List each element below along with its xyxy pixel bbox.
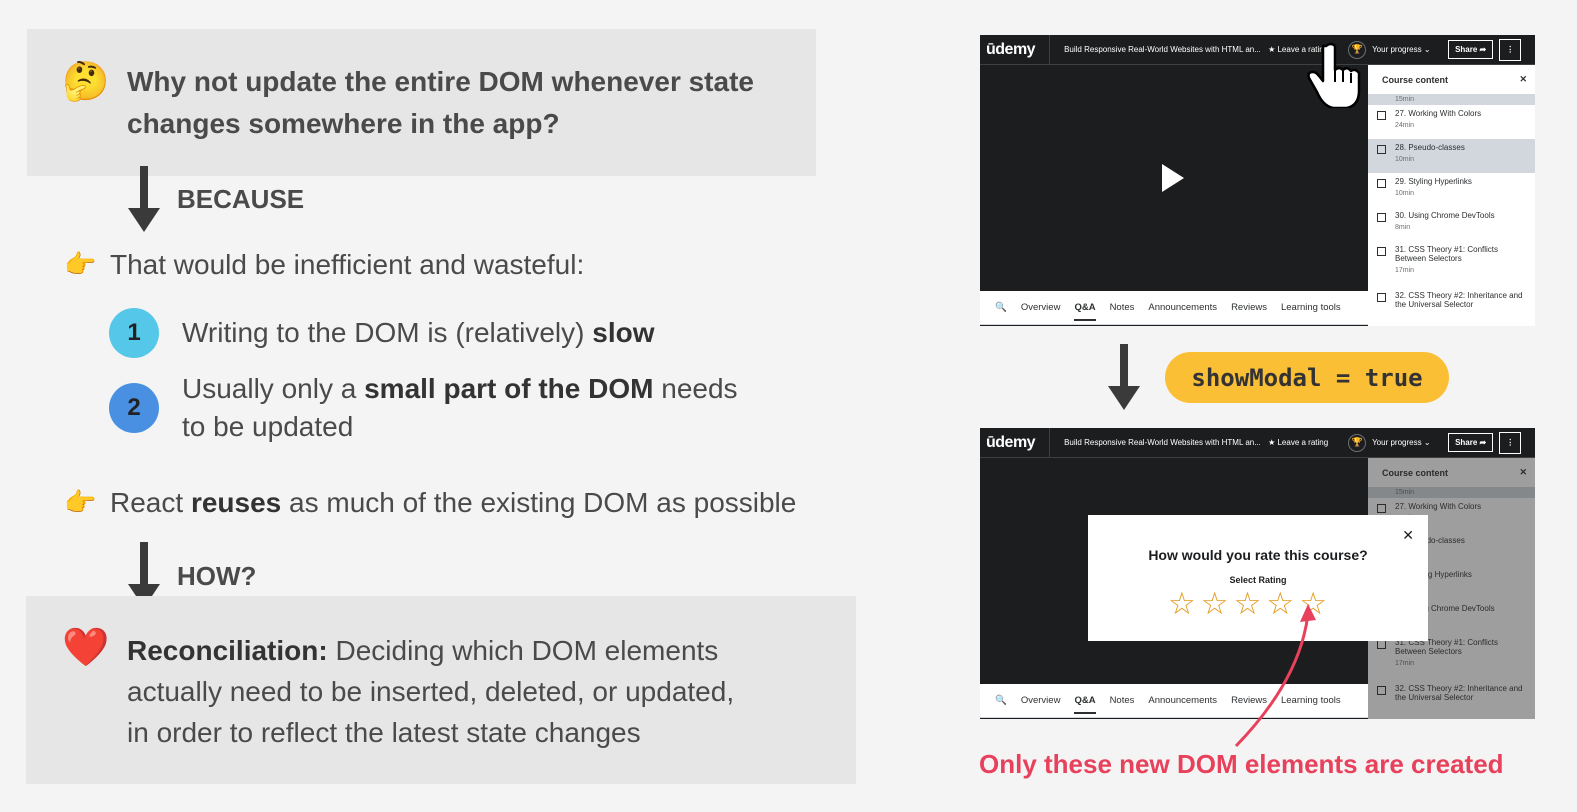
caption-text: Only these new DOM elements are created	[979, 749, 1504, 779]
how-label: HOW?	[177, 561, 257, 591]
leave-rating-link[interactable]: ★ Leave a rating	[1268, 438, 1342, 447]
modal-subtitle: Select Rating	[1229, 575, 1287, 585]
point1-text: That would be inefficient and wasteful:	[110, 249, 585, 280]
course-title: Build Responsive Real-World Websites wit…	[1064, 45, 1261, 54]
tab-announcements[interactable]: Announcements	[1148, 695, 1217, 706]
tab-announcements[interactable]: Announcements	[1148, 302, 1217, 313]
share-button[interactable]: Share ➦	[1448, 40, 1494, 59]
your-progress-button[interactable]: Your progress ⌄	[1372, 438, 1444, 447]
player-topbar: ūdemy Build Responsive Real-World Websit…	[980, 428, 1535, 458]
search-icon[interactable]: 🔍	[995, 302, 1007, 313]
checkbox[interactable]	[1377, 247, 1386, 256]
more-options-button[interactable]: ⋮	[1499, 38, 1522, 61]
share-button[interactable]: Share ➦	[1448, 433, 1494, 452]
lesson-item[interactable]: 32. CSS Theory #2: Inheritance and the U…	[1368, 287, 1535, 321]
pointing-hand-icon: 👉	[64, 488, 97, 518]
down-arrow-icon	[1108, 344, 1140, 410]
modal-title: How would you rate this course?	[1148, 547, 1368, 563]
point2-text: React reuses as much of the existing DOM…	[110, 487, 797, 518]
down-arrow-icon	[128, 166, 160, 232]
pointing-hand-icon: 👉	[64, 250, 97, 280]
tab-reviews[interactable]: Reviews	[1231, 302, 1267, 313]
checkbox[interactable]	[1377, 293, 1386, 302]
trophy-icon: 🏆	[1348, 433, 1367, 452]
lesson-item[interactable]: 31. CSS Theory #1: Conflicts Between Sel…	[1368, 241, 1535, 287]
item-1-text: Writing to the DOM is (relatively) slow	[182, 317, 655, 348]
tab-notes[interactable]: Notes	[1110, 302, 1135, 313]
lesson-item[interactable]: 28. Pseudo-classes10min	[1368, 139, 1535, 173]
course-content-sidebar: Course content ✕ 15min 27. Working With C…	[1368, 65, 1535, 326]
state-change-pill: showModal = true	[1165, 352, 1449, 403]
number-badge-2: 2	[109, 383, 159, 433]
tab-notes[interactable]: Notes	[1110, 695, 1135, 706]
sidebar-title: Course content	[1382, 74, 1449, 85]
question-line-1: Why not update the entire DOM whenever s…	[127, 66, 754, 97]
course-title: Build Responsive Real-World Websites wit…	[1064, 438, 1261, 447]
close-icon[interactable]: ✕	[1402, 527, 1414, 544]
search-icon[interactable]: 🔍	[995, 695, 1007, 706]
thinking-face-icon: 🤔	[62, 59, 110, 103]
lesson-item[interactable]: 27. Working With Colors24min	[1368, 105, 1535, 139]
close-icon[interactable]: ✕	[1519, 74, 1527, 85]
tab-overview[interactable]: Overview	[1021, 695, 1061, 706]
checkbox[interactable]	[1377, 179, 1386, 188]
your-progress-button[interactable]: Your progress ⌄	[1372, 45, 1444, 54]
tab-learning-tools[interactable]: Learning tools	[1281, 302, 1341, 313]
heart-icon: ❤️	[62, 625, 110, 669]
lesson-item[interactable]: 29. Styling Hyperlinks10min	[1368, 173, 1535, 207]
player-tabs: 🔍 Overview Q&A Notes Announcements Revie…	[980, 291, 1368, 325]
checkbox[interactable]	[1377, 111, 1386, 120]
checkbox[interactable]	[1377, 145, 1386, 154]
udemy-logo: ūdemy	[980, 428, 1051, 458]
question-line-2: changes somewhere in the app?	[127, 108, 560, 139]
item-2-text: Usually only a small part of the DOM nee…	[182, 373, 738, 442]
udemy-logo: ūdemy	[980, 35, 1051, 65]
tab-overview[interactable]: Overview	[1021, 302, 1061, 313]
more-options-button[interactable]: ⋮	[1499, 431, 1522, 454]
red-curved-arrow-icon	[1234, 604, 1316, 748]
reconciliation-text: Reconciliation: Deciding which DOM eleme…	[127, 635, 735, 748]
lesson-item[interactable]: 30. Using Chrome DevTools8min	[1368, 207, 1535, 241]
course-player-screenshot-before: ūdemy Build Responsive Real-World Websit…	[980, 35, 1535, 326]
star-icon[interactable]: ☆	[1168, 589, 1196, 620]
number-badge-1: 1	[109, 308, 159, 358]
tab-qa[interactable]: Q&A	[1074, 695, 1096, 714]
tab-qa[interactable]: Q&A	[1074, 302, 1096, 321]
lesson-duration: 15min	[1368, 95, 1535, 105]
hand-cursor-icon	[1307, 42, 1361, 108]
checkbox[interactable]	[1377, 213, 1386, 222]
player-topbar: ūdemy Build Responsive Real-World Websit…	[980, 35, 1535, 65]
play-icon[interactable]	[1162, 164, 1184, 192]
because-label: BECAUSE	[177, 184, 305, 214]
